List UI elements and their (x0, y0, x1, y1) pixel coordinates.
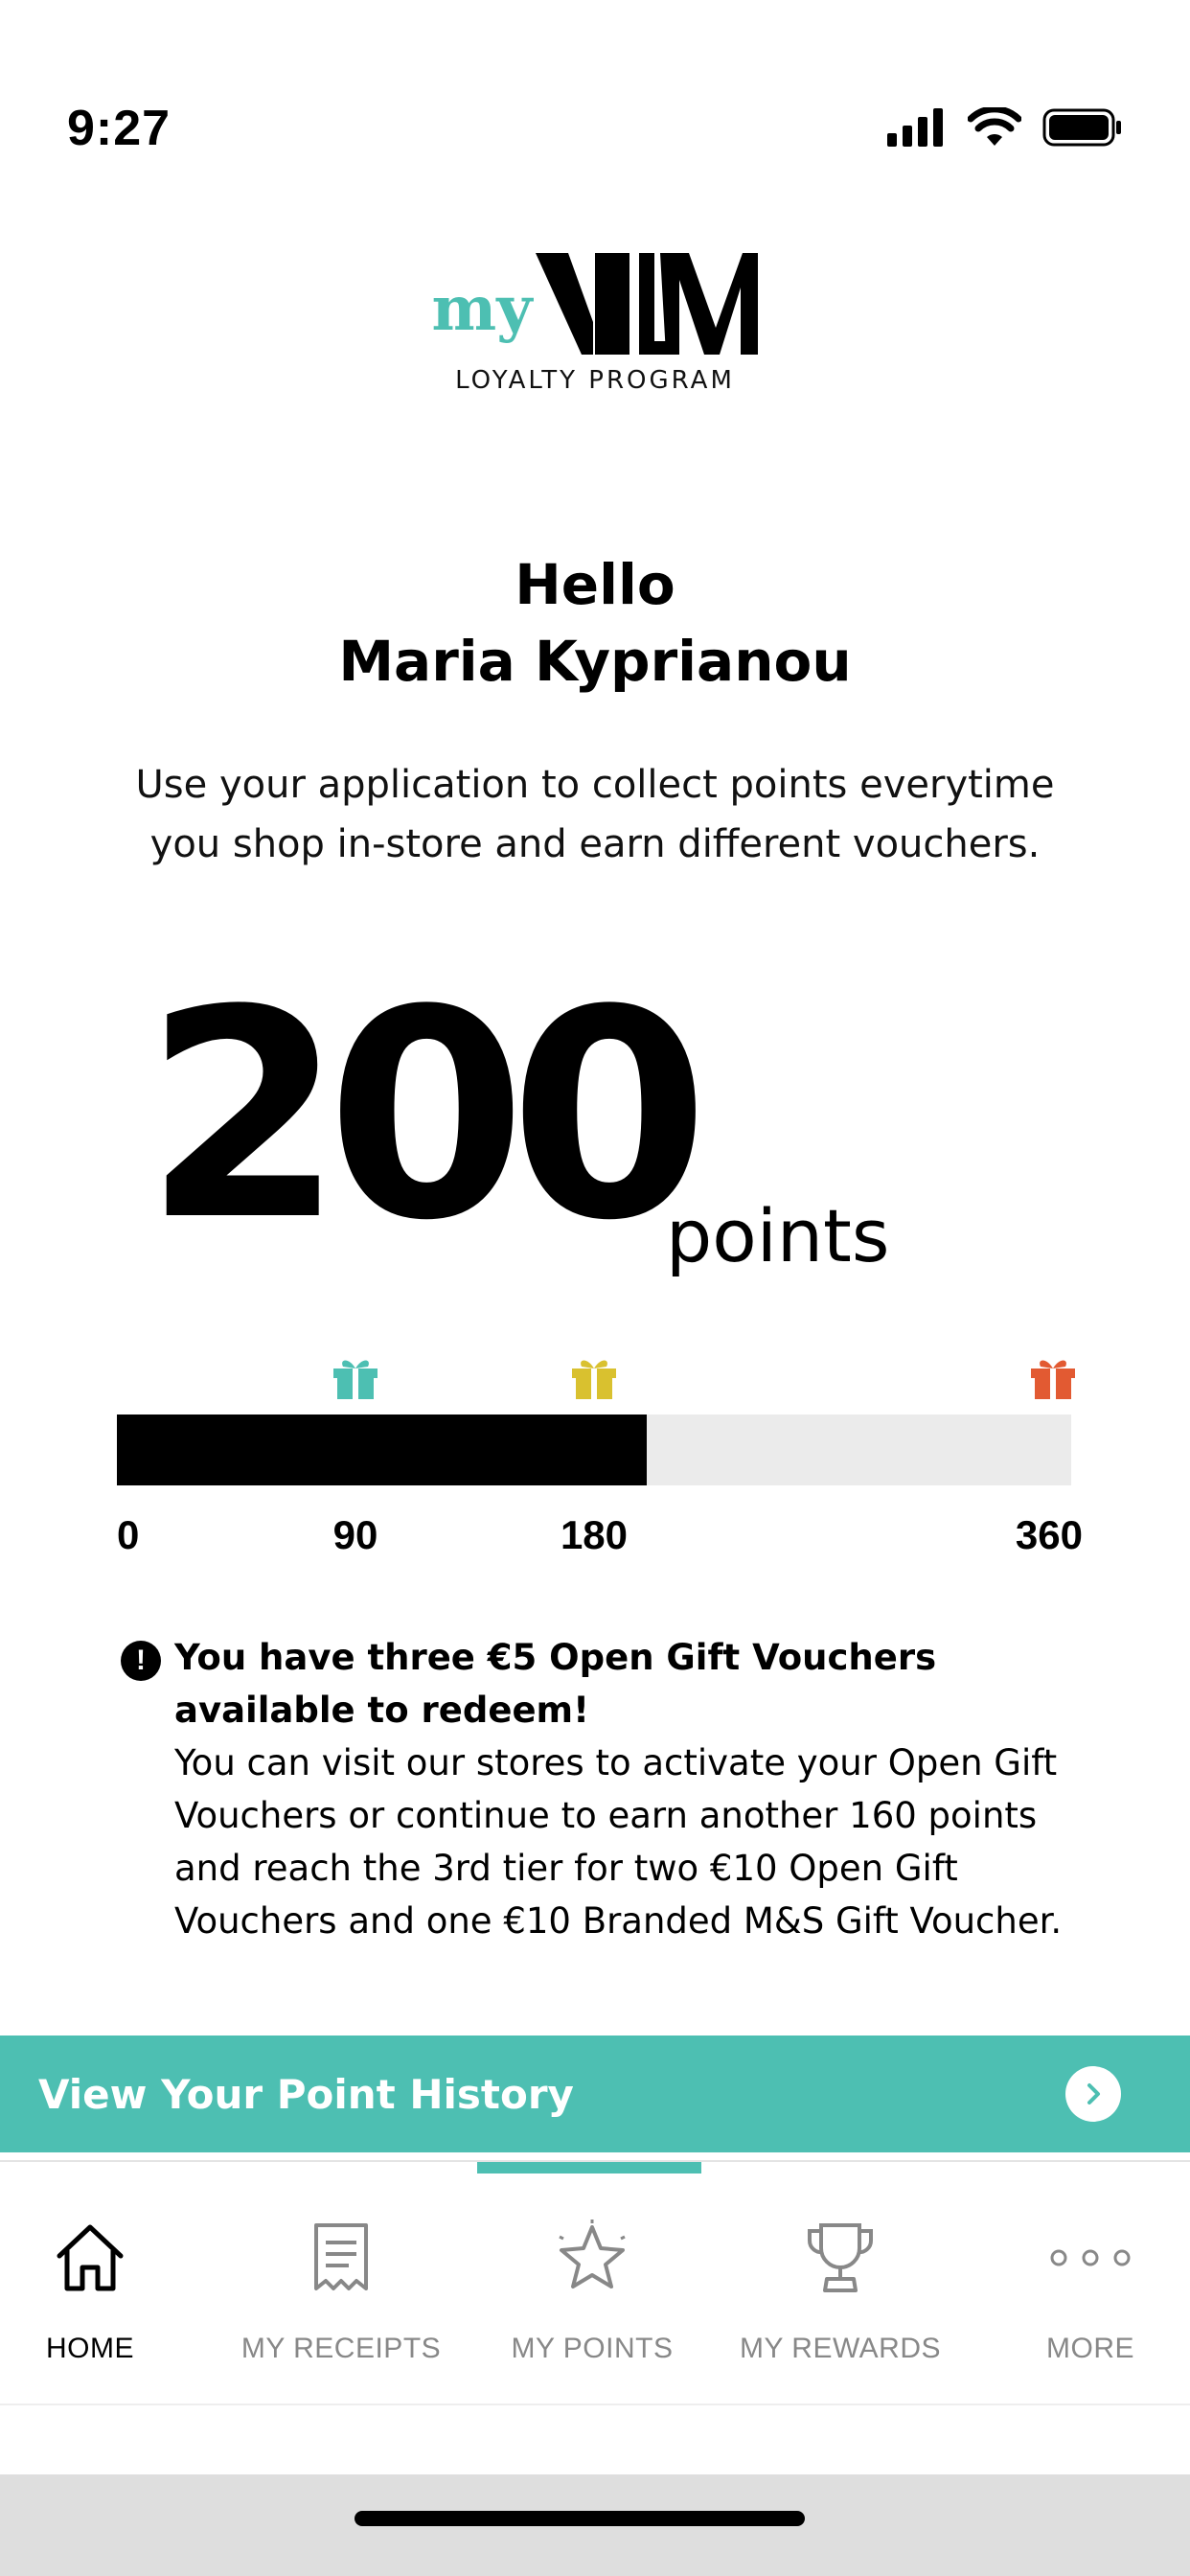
wifi-icon (968, 107, 1021, 146)
progress-track (117, 1414, 1071, 1485)
gift-icon (333, 1360, 378, 1399)
progress-tick-label: 0 (117, 1512, 140, 1557)
home-indicator[interactable] (355, 2511, 805, 2526)
active-tab-indicator (477, 2162, 701, 2174)
exclamation-icon: ! (121, 1641, 161, 1681)
status-time: 9:27 (67, 101, 172, 156)
progress-tick-label: 90 (332, 1512, 378, 1557)
greeting: Hello Maria Kyprianou (0, 546, 1190, 700)
view-point-history-label: View Your Point History (38, 2070, 574, 2118)
points-display: 200 points (144, 949, 1006, 1294)
trophy-icon (807, 2223, 874, 2292)
tab-more[interactable]: MORE (972, 2220, 1190, 2365)
points-progress: 0 90 180 360 (117, 1342, 1083, 1581)
logo-prefix: my (431, 273, 533, 345)
tab-label: MY POINTS (511, 2333, 674, 2364)
tab-my-rewards[interactable]: MY REWARDS (721, 2220, 959, 2365)
chevron-right-icon (1065, 2066, 1121, 2122)
more-dots-icon (1050, 2249, 1131, 2266)
progress-tick-label: 360 (1015, 1512, 1083, 1557)
logo-mm-mark: MM (536, 253, 759, 355)
star-icon (559, 2220, 626, 2288)
tab-label: HOME (46, 2333, 134, 2364)
receipt-icon (314, 2223, 368, 2290)
notice-body: You can visit our stores to activate you… (174, 1742, 1063, 1942)
progress-fill (117, 1414, 648, 1485)
tab-home[interactable]: HOME (0, 2220, 209, 2365)
voucher-notice: ! You have three €5 Open Gift Vouchers a… (117, 1631, 1094, 1947)
progress-tick-label: 180 (560, 1512, 629, 1557)
battery-icon (1042, 108, 1121, 147)
tab-label: MY RECEIPTS (240, 2333, 442, 2364)
cellular-signal-icon (887, 108, 943, 147)
status-icons (887, 107, 1123, 148)
notice-text: You have three €5 Open Gift Vouchers ava… (174, 1631, 1094, 1947)
logo-mark: my MM (432, 240, 759, 355)
greeting-hello: Hello (515, 552, 675, 617)
gift-icon (1031, 1360, 1075, 1399)
tab-label: MORE (1046, 2333, 1134, 2364)
logo-subtitle: LOYALTY PROGRAM (455, 366, 735, 395)
house-icon (57, 2224, 124, 2291)
tab-my-receipts[interactable]: MY RECEIPTS (222, 2220, 460, 2365)
view-point-history-button[interactable]: View Your Point History (0, 2036, 1190, 2152)
greeting-user-name: Maria Kyprianou (338, 629, 852, 694)
tab-my-points[interactable]: MY POINTS (473, 2220, 711, 2365)
status-bar: 9:27 (0, 0, 1190, 192)
brand-logo: my MM LOYALTY PROGRAM (0, 240, 1190, 395)
points-value: 200 (144, 949, 709, 1283)
bottom-tab-bar: HOME MY RECEIPTS MY POINTS MY REWARDS MO… (0, 2160, 1190, 2405)
notice-title: You have three €5 Open Gift Vouchers ava… (174, 1637, 937, 1731)
gift-icon (572, 1360, 616, 1399)
points-unit: points (666, 1193, 890, 1278)
intro-text: Use your application to collect points e… (135, 763, 1055, 866)
tab-label: MY REWARDS (739, 2333, 942, 2364)
